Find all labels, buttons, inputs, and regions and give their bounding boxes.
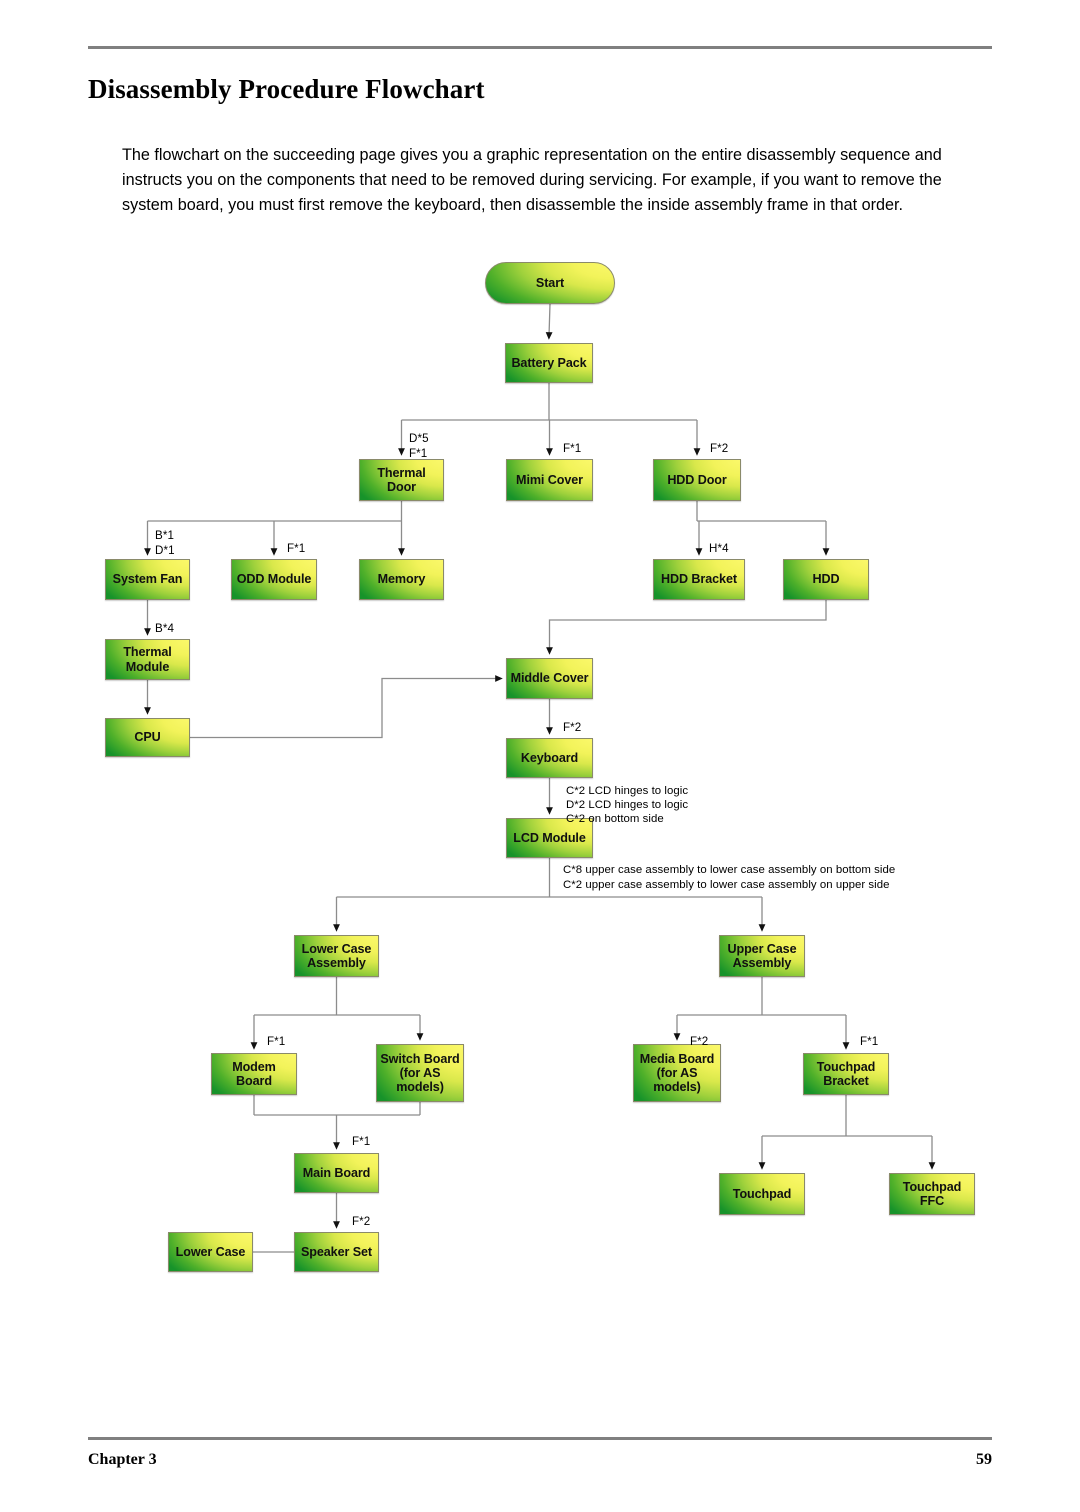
edge-label-thermal_door_d5: D*5	[409, 432, 429, 445]
flow-node-hdd_door: HDD Door	[653, 459, 741, 501]
edge-label-hdd_door_f2: F*2	[710, 442, 728, 455]
flow-node-label: Upper CaseAssembly	[725, 942, 800, 970]
flow-node-label: Battery Pack	[508, 356, 589, 370]
flow-node-thermal_door: ThermalDoor	[359, 459, 444, 501]
footer-rule	[88, 1437, 992, 1440]
edge-label-touchpad_brkt_f1: F*1	[860, 1035, 878, 1048]
edge-label-keyboard_f2: F*2	[563, 721, 581, 734]
flow-node-cpu: CPU	[105, 718, 190, 757]
flow-node-label: HDD Bracket	[658, 572, 740, 586]
flow-node-mimi_cover: Mimi Cover	[506, 459, 593, 501]
flow-node-start: Start	[485, 262, 615, 304]
flow-node-media_board: Media Board(for ASmodels)	[633, 1044, 721, 1102]
flow-node-label: Lower Case	[173, 1245, 249, 1259]
flow-node-label: CPU	[131, 730, 163, 744]
flow-node-label: ODD Module	[234, 572, 315, 586]
footer-page-number: 59	[0, 1451, 992, 1469]
edge-label-speaker_set_f2: F*2	[352, 1215, 370, 1228]
flow-node-touchpad_ffc: TouchpadFFC	[889, 1173, 975, 1215]
flow-note-lcd_note_3: C*2 on bottom side	[566, 813, 664, 825]
edge-label-hdd_bracket_h4: H*4	[709, 542, 729, 555]
flow-node-label: Media Board(for ASmodels)	[637, 1052, 717, 1094]
flow-node-label: Lower CaseAssembly	[299, 942, 375, 970]
flow-node-label: Keyboard	[518, 751, 581, 765]
flow-node-label: Memory	[375, 572, 429, 586]
flow-node-label: System Fan	[110, 572, 186, 586]
flow-node-system_fan: System Fan	[105, 559, 190, 600]
flow-node-touchpad_brkt: TouchpadBracket	[803, 1053, 889, 1095]
flow-node-main_board: Main Board	[294, 1153, 379, 1193]
flow-node-lower_case: Lower Case	[168, 1232, 253, 1272]
edge-label-odd_module_f1: F*1	[287, 542, 305, 555]
flow-node-odd_module: ODD Module	[231, 559, 317, 600]
flow-node-label: Switch Board(for ASmodels)	[377, 1052, 462, 1094]
flow-node-keyboard: Keyboard	[506, 738, 593, 778]
flow-note-case_note_2: C*2 upper case assembly to lower case as…	[563, 879, 890, 891]
flow-node-label: Start	[533, 276, 567, 290]
flow-node-memory: Memory	[359, 559, 444, 600]
edge-label-media_board_f2: F*2	[690, 1035, 708, 1048]
flow-node-label: Touchpad	[730, 1187, 794, 1201]
edge-label-system_fan_b1: B*1	[155, 529, 174, 542]
edge-label-modem_board_f1: F*1	[267, 1035, 285, 1048]
flow-note-lcd_note_1: C*2 LCD hinges to logic	[566, 785, 688, 797]
flow-node-speaker_set: Speaker Set	[294, 1232, 379, 1272]
flow-node-label: Middle Cover	[508, 671, 592, 685]
flow-node-battery: Battery Pack	[505, 343, 593, 383]
edge-label-mimi_cover_f1: F*1	[563, 442, 581, 455]
flow-note-case_note_1: C*8 upper case assembly to lower case as…	[563, 864, 895, 876]
flow-node-label: Speaker Set	[298, 1245, 375, 1259]
flow-note-lcd_note_2: D*2 LCD hinges to logic	[566, 799, 688, 811]
edge-label-main_board_f1: F*1	[352, 1135, 370, 1148]
document-page: Disassembly Procedure Flowchart The flow…	[0, 0, 1080, 1512]
edge-label-system_fan_d1: D*1	[155, 544, 175, 557]
flow-node-hdd: HDD	[783, 559, 869, 600]
flow-node-label: HDD	[810, 572, 843, 586]
flow-node-switch_board: Switch Board(for ASmodels)	[376, 1044, 464, 1102]
flow-node-middle_cover: Middle Cover	[506, 658, 593, 699]
flow-node-hdd_bracket: HDD Bracket	[653, 559, 745, 600]
edge-label-thermal_mod_b4: B*4	[155, 622, 174, 635]
flow-node-label: TouchpadBracket	[814, 1060, 878, 1088]
flow-node-thermal_module: ThermalModule	[105, 639, 190, 680]
flow-node-label: TouchpadFFC	[900, 1180, 964, 1208]
flow-node-lower_case_asm: Lower CaseAssembly	[294, 935, 379, 977]
flow-node-label: ThermalDoor	[374, 466, 428, 494]
flow-node-label: LCD Module	[510, 831, 588, 845]
flow-node-upper_case_asm: Upper CaseAssembly	[719, 935, 805, 977]
flow-node-modem_board: ModemBoard	[211, 1053, 297, 1095]
flow-node-label: ThermalModule	[120, 645, 174, 673]
flow-node-label: HDD Door	[664, 473, 729, 487]
flow-node-label: ModemBoard	[229, 1060, 279, 1088]
flow-node-label: Main Board	[300, 1166, 374, 1180]
flow-node-touchpad: Touchpad	[719, 1173, 805, 1215]
edge-label-thermal_door_f1: F*1	[409, 447, 427, 460]
flow-node-label: Mimi Cover	[513, 473, 586, 487]
